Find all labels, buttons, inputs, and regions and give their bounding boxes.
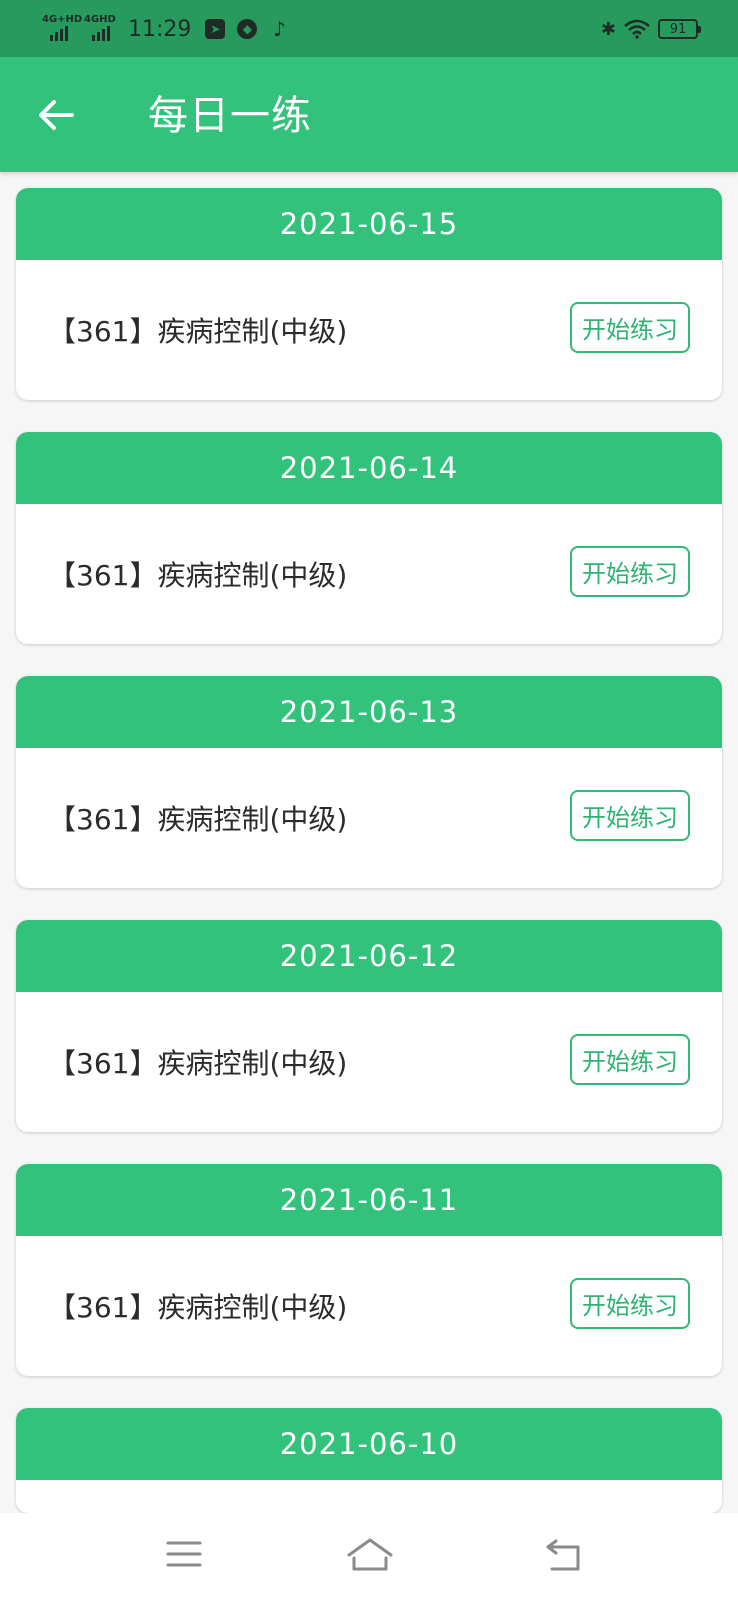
signal-icon-sim2: 4GHD — [84, 14, 120, 44]
practice-date: 2021-06-14 — [16, 432, 722, 504]
practice-title: 【361】疾病控制(中级) — [48, 559, 348, 592]
practice-date: 2021-06-15 — [16, 188, 722, 260]
practice-title: 【361】疾病控制(中级) — [48, 1291, 348, 1324]
practice-body: 【361】疾病控制(中级) 开始练习 — [16, 748, 722, 888]
arrow-left-icon[interactable] — [36, 95, 76, 135]
start-practice-button[interactable]: 开始练习 — [570, 1278, 690, 1329]
practice-date: 2021-06-12 — [16, 920, 722, 992]
status-right: ✱ 91 — [600, 16, 701, 42]
practice-card: 2021-06-15 【361】疾病控制(中级) 开始练习 — [16, 188, 722, 400]
wifi-icon — [624, 19, 650, 39]
practice-body: 【361】疾病控制(中级) 开始练习 — [16, 992, 722, 1132]
practice-date: 2021-06-10 — [16, 1408, 722, 1480]
app-bar: 每日一练 — [0, 57, 738, 172]
start-practice-button[interactable]: 开始练习 — [570, 790, 690, 841]
practice-list: 2021-06-15 【361】疾病控制(中级) 开始练习 2021-06-14… — [16, 188, 722, 1545]
practice-card: 2021-06-11 【361】疾病控制(中级) 开始练习 — [16, 1164, 722, 1376]
home-icon[interactable] — [345, 1535, 395, 1575]
practice-body: 【361】疾病控制(中级) 开始练习 — [16, 504, 722, 644]
practice-date: 2021-06-13 — [16, 676, 722, 748]
practice-body: 【361】疾病控制(中级) 开始练习 — [16, 260, 722, 400]
practice-title: 【361】疾病控制(中级) — [48, 315, 348, 348]
menu-icon[interactable] — [166, 1537, 202, 1571]
practice-card: 2021-06-14 【361】疾病控制(中级) 开始练习 — [16, 432, 722, 644]
practice-date: 2021-06-11 — [16, 1164, 722, 1236]
page-title: 每日一练 — [148, 93, 312, 139]
practice-body: 【361】疾病控制(中级) 开始练习 — [16, 1236, 722, 1376]
practice-card: 2021-06-10 — [16, 1408, 722, 1513]
practice-title: 【361】疾病控制(中级) — [48, 1047, 348, 1080]
practice-card: 2021-06-12 【361】疾病控制(中级) 开始练习 — [16, 920, 722, 1132]
start-practice-button[interactable]: 开始练习 — [570, 1034, 690, 1085]
bluetooth-icon: ✱ — [600, 18, 616, 40]
status-time: 11:29 — [128, 16, 192, 42]
status-bar: 4G+HD 4GHD 11:29 ➤ ◆ ♪ ✱ 91 — [0, 0, 738, 57]
signal-icon-sim1: 4G+HD — [42, 14, 82, 44]
tiktok-icon: ♪ — [273, 17, 286, 41]
start-practice-button[interactable]: 开始练习 — [570, 546, 690, 597]
practice-card: 2021-06-13 【361】疾病控制(中级) 开始练习 — [16, 676, 722, 888]
back-icon[interactable] — [544, 1535, 584, 1575]
network-type-2: 4GHD — [84, 14, 116, 25]
battery-level: 91 — [669, 21, 687, 37]
compass-icon: ◆ — [237, 19, 258, 39]
status-left: 4G+HD 4GHD 11:29 ➤ ◆ ♪ — [42, 12, 295, 46]
navigation-bar — [0, 1513, 738, 1600]
telegram-icon: ➤ — [205, 19, 226, 39]
battery-icon: 91 — [658, 19, 701, 39]
practice-title: 【361】疾病控制(中级) — [48, 803, 348, 836]
start-practice-button[interactable]: 开始练习 — [570, 302, 690, 353]
network-type-1: 4G+HD — [42, 14, 83, 25]
